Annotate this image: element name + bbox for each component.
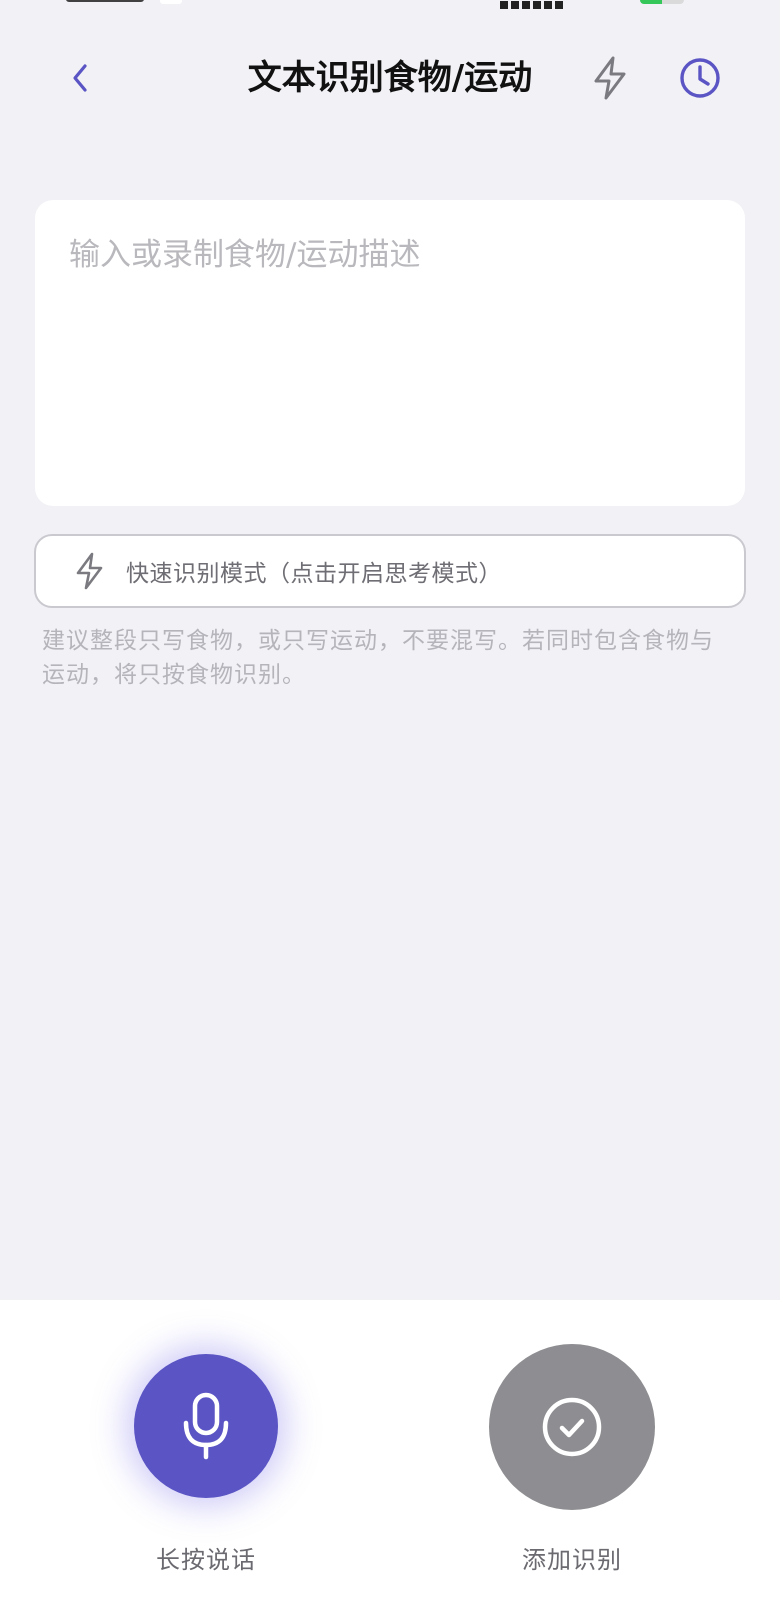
add-recognition-button[interactable] [489, 1344, 655, 1510]
description-input[interactable] [35, 200, 745, 506]
status-indicator-pill [160, 0, 182, 4]
input-hint-text: 建议整段只写食物，或只写运动，不要混写。若同时包含食物与运动，将只按食物识别。 [42, 628, 714, 688]
text-recognition-screen: 文本识别食物/运动 快速识别模式（点击开启思考模式） 建议整段只写食物，或只写运… [0, 0, 780, 1611]
voice-input-button[interactable] [134, 1354, 278, 1498]
flash-mode-button[interactable] [584, 52, 636, 104]
chevron-left-icon [73, 64, 87, 92]
clock-icon [680, 58, 720, 98]
recognition-mode-toggle[interactable]: 快速识别模式（点击开启思考模式） [34, 534, 746, 608]
recognition-mode-label: 快速识别模式（点击开启思考模式） [126, 561, 502, 587]
page-title: 文本识别食物/运动 [247, 58, 533, 98]
check-circle-icon [542, 1397, 602, 1457]
add-recognition-label: 添加识别 [522, 1546, 622, 1574]
battery-icon [640, 0, 684, 4]
history-button[interactable] [674, 52, 726, 104]
nav-bar: 文本识别食物/运动 [0, 38, 780, 118]
back-button[interactable] [56, 54, 104, 102]
bottom-action-panel: 长按说话 添加识别 [0, 1300, 780, 1611]
status-time [66, 0, 144, 2]
signal-icon [500, 0, 590, 9]
description-input-card [35, 200, 745, 506]
voice-input-label: 长按说话 [156, 1546, 256, 1574]
lightning-icon [70, 551, 110, 591]
status-bar [0, 0, 780, 10]
lightning-icon [594, 56, 626, 100]
microphone-icon [183, 1392, 229, 1460]
